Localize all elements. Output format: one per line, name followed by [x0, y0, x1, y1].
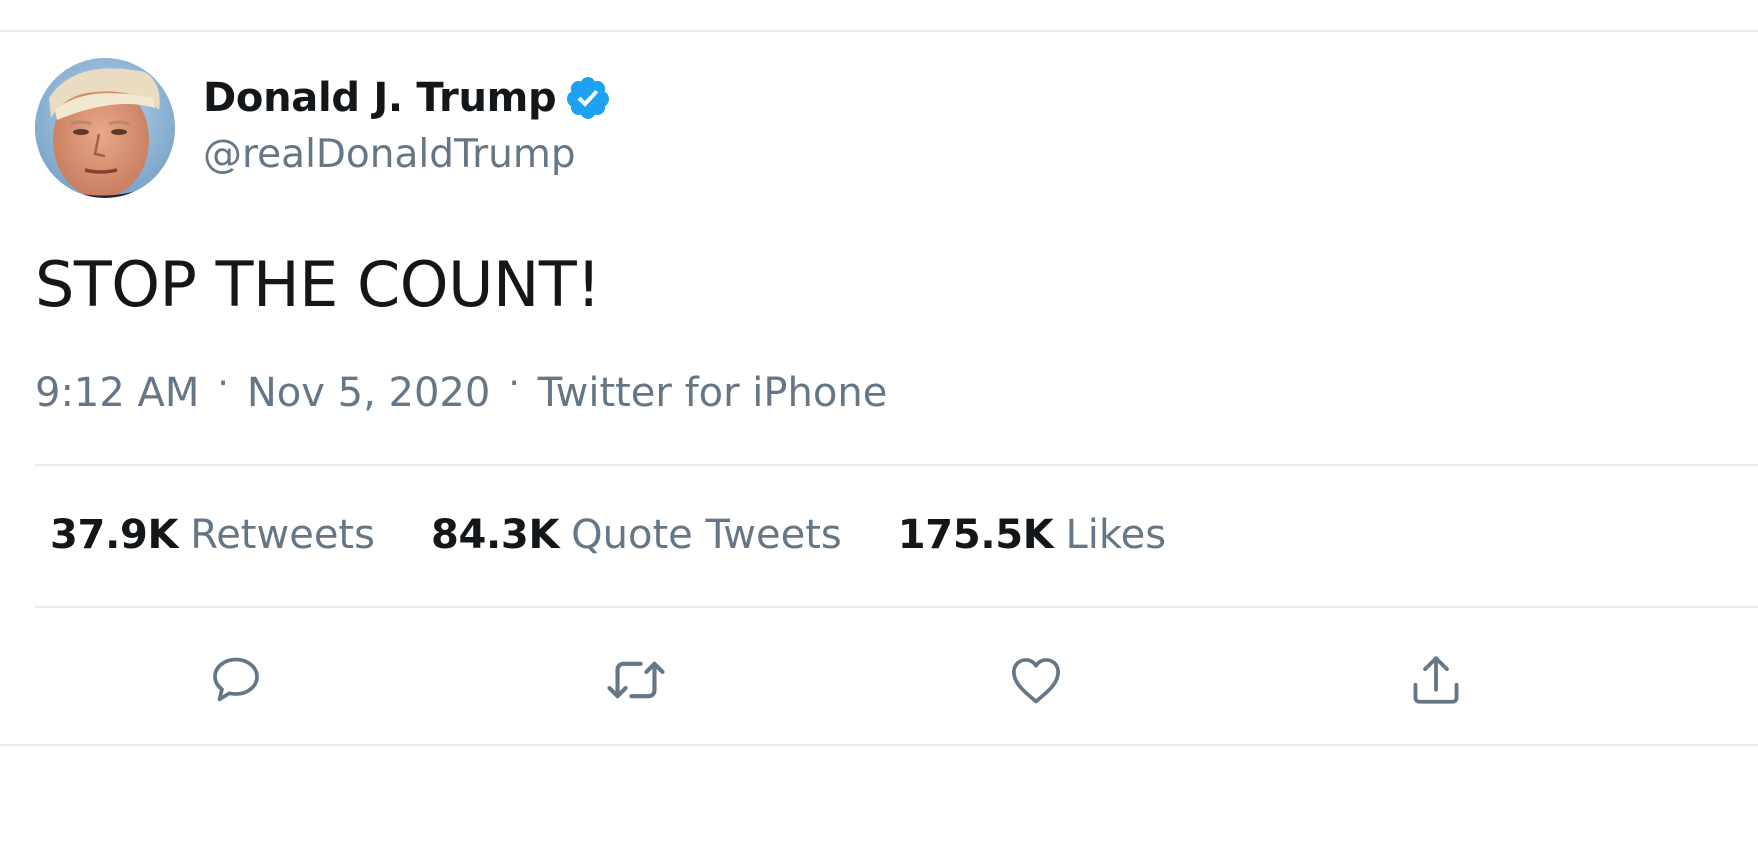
quote-tweets-label: Quote Tweets — [571, 512, 842, 558]
retweet-button[interactable] — [606, 650, 666, 710]
tweet-time[interactable]: 9:12 AM — [35, 370, 199, 416]
top-divider — [0, 30, 1758, 32]
reply-button[interactable] — [206, 650, 266, 710]
retweet-icon — [607, 661, 665, 699]
author-name-row: Donald J. Trump — [203, 74, 612, 122]
meta-separator: · — [508, 362, 520, 404]
share-button[interactable] — [1406, 650, 1466, 710]
verified-badge-icon — [564, 74, 612, 122]
retweets-label: Retweets — [190, 512, 375, 558]
share-icon — [1413, 656, 1459, 704]
like-button[interactable] — [1006, 650, 1066, 710]
likes-count: 175.5K — [897, 512, 1054, 558]
tweet-date[interactable]: Nov 5, 2020 — [247, 370, 490, 416]
retweets-count: 37.9K — [50, 512, 179, 558]
meta-separator: · — [217, 362, 229, 404]
likes-stat[interactable]: 175.5K Likes — [898, 512, 1166, 558]
quote-tweets-stat[interactable]: 84.3K Quote Tweets — [431, 512, 842, 558]
like-icon — [1011, 658, 1061, 704]
author-handle[interactable]: @realDonaldTrump — [203, 132, 576, 177]
tweet-actions-bar — [0, 650, 1758, 710]
actions-top-divider — [35, 606, 1758, 608]
bottom-divider — [0, 744, 1758, 746]
likes-label: Likes — [1065, 512, 1167, 558]
retweets-stat[interactable]: 37.9K Retweets — [50, 512, 375, 558]
engagement-stats: 37.9K Retweets 84.3K Quote Tweets 175.5K Li… — [50, 512, 1222, 558]
reply-icon — [213, 657, 259, 702]
author-display-name[interactable]: Donald J. Trump — [203, 75, 557, 121]
avatar[interactable] — [35, 58, 175, 198]
tweet-meta: 9:12 AM · Nov 5, 2020 · Twitter for iPho… — [35, 363, 888, 417]
stats-top-divider — [35, 464, 1758, 466]
quote-tweets-count: 84.3K — [430, 512, 560, 558]
tweet-text: STOP THE COUNT! — [35, 248, 601, 321]
tweet-source[interactable]: Twitter for iPhone — [538, 370, 888, 416]
